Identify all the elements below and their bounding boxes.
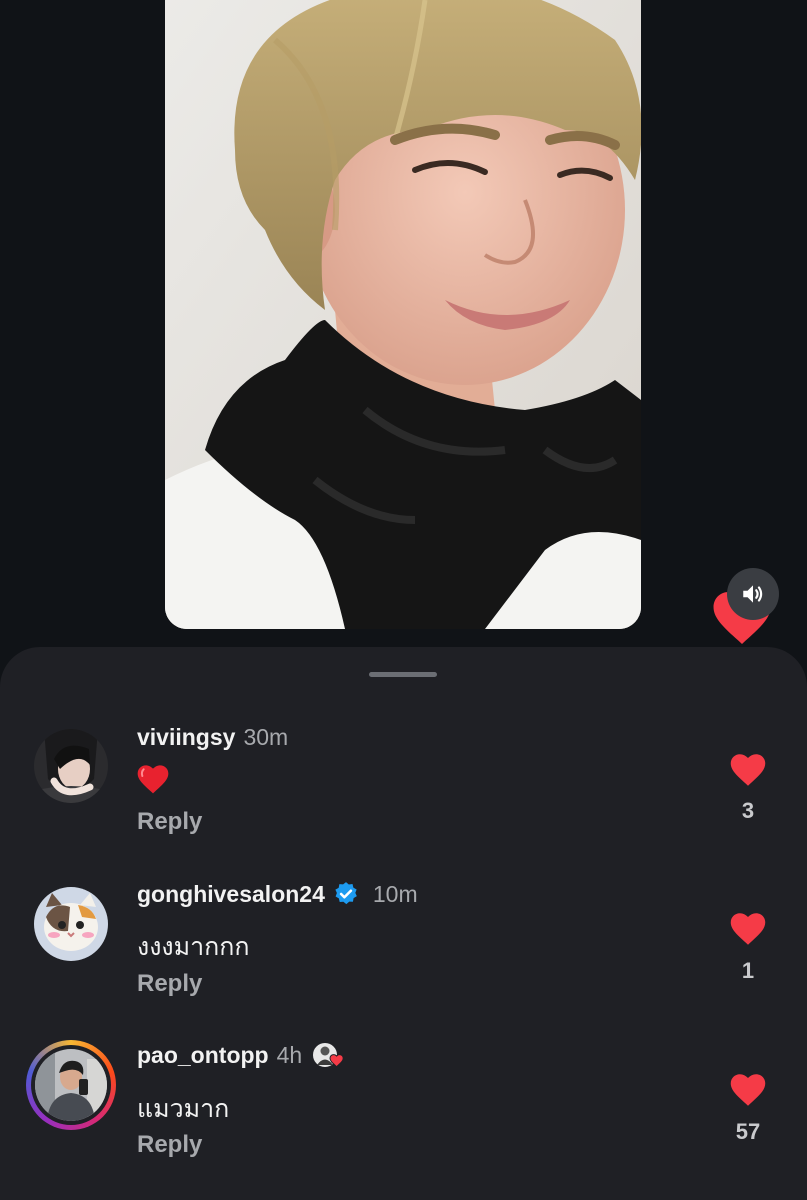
username[interactable]: pao_ontopp [137, 1042, 269, 1069]
verified-badge-icon [333, 881, 359, 907]
comment-item: viviingsy 30m Reply 3 [0, 717, 807, 867]
liked-by-creator-icon [311, 1040, 345, 1070]
comment-text [137, 765, 169, 802]
reply-button[interactable]: Reply [137, 970, 202, 998]
comment-text: แมวมาก [137, 1095, 230, 1123]
reels-comments-screen: viviingsy 30m Reply 3 gonghivesalon24 10… [0, 0, 807, 1200]
video-preview[interactable] [165, 0, 641, 629]
comment-text: งงงมากกก [137, 933, 250, 961]
timestamp: 10m [372, 880, 418, 907]
like-count: 57 [735, 1119, 761, 1144]
like-heart-icon[interactable] [730, 1074, 766, 1106]
comment-meta: viviingsy 30m [137, 722, 288, 752]
comment-item: gonghivesalon24 10m งงงมากกก Reply 1 [0, 879, 807, 1029]
comment-meta: pao_ontopp 4h [137, 1040, 345, 1070]
like-count: 3 [741, 798, 755, 823]
comments-sheet: viviingsy 30m Reply 3 gonghivesalon24 10… [0, 647, 807, 1200]
reply-button[interactable]: Reply [137, 808, 202, 836]
reply-button[interactable]: Reply [137, 1131, 202, 1159]
avatar [35, 1049, 107, 1121]
comment-item: pao_ontopp 4h แมวมาก Reply 57 [0, 1040, 807, 1190]
like-heart-icon[interactable] [730, 754, 766, 786]
like-count: 1 [741, 958, 755, 983]
timestamp: 30m [243, 723, 289, 750]
story-ring-avatar[interactable] [26, 1040, 116, 1130]
volume-button[interactable] [727, 568, 779, 620]
sheet-drag-handle[interactable] [369, 672, 437, 677]
portrait-image [165, 0, 641, 629]
like-heart-icon[interactable] [730, 913, 766, 945]
speaker-icon [743, 585, 763, 603]
avatar[interactable] [34, 729, 108, 803]
red-heart-emoji-icon [137, 765, 169, 794]
timestamp: 4h [276, 1041, 303, 1068]
comment-meta: gonghivesalon24 10m [137, 879, 418, 909]
avatar[interactable] [34, 887, 108, 961]
username[interactable]: viviingsy [137, 724, 235, 751]
username[interactable]: gonghivesalon24 [137, 881, 325, 908]
